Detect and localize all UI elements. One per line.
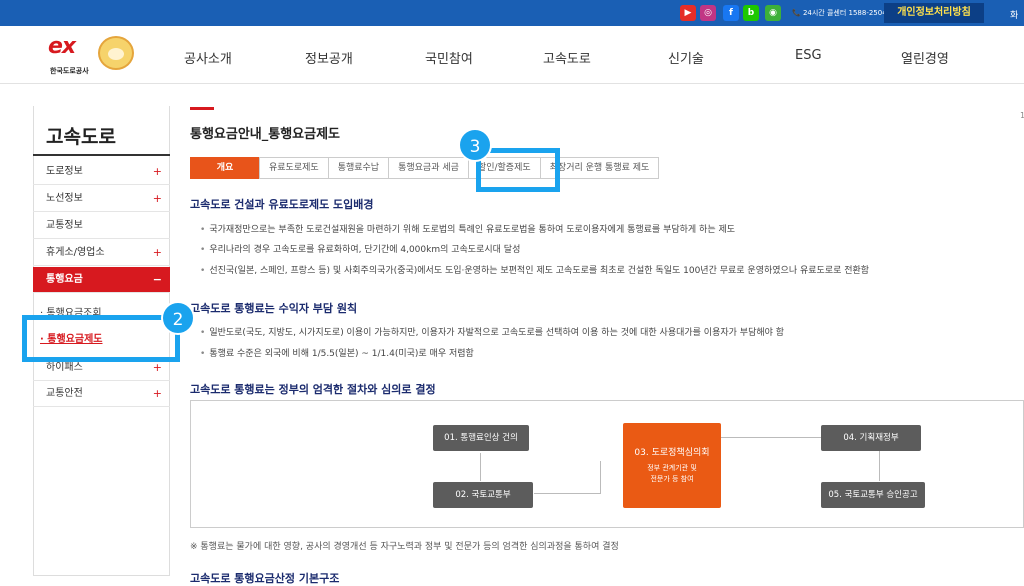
nav-participation[interactable]: 국민참여 bbox=[425, 48, 473, 67]
flow-step-2: 02. 국토교통부 bbox=[433, 482, 533, 508]
content-tabs: 개요 유료도로제도 통행료수납 통행요금과 세금 할인/할증제도 최장거리 운행… bbox=[190, 157, 660, 179]
sidebar-title: 고속도로 bbox=[46, 126, 116, 148]
sidebar-item-label: 통행요금 bbox=[46, 274, 83, 285]
flow-step-3-sub: 정부 관계기관 및 bbox=[647, 464, 697, 472]
nav-company[interactable]: 공사소개 bbox=[184, 48, 232, 67]
logo[interactable]: ex 한국도로공사 bbox=[44, 34, 140, 78]
bullet-text: 통행료 수준은 외국에 비해 1/5.5(일본) ~ 1/1.4(미국)로 매우… bbox=[200, 346, 474, 359]
sidebar-item-rest-area[interactable]: 휴게소/영업소 + bbox=[33, 240, 170, 266]
section-heading: 고속도로 건설과 유료도로제도 도입배경 bbox=[190, 198, 374, 211]
nav-esg[interactable]: ESG bbox=[795, 48, 822, 63]
kakao-icon[interactable]: ◉ bbox=[765, 5, 781, 21]
sidebar-item-safety[interactable]: 교통안전 + bbox=[33, 381, 170, 407]
callcenter-info: 📞 24시간 콜센터 1588-2504 bbox=[792, 9, 887, 17]
facebook-icon[interactable]: f bbox=[723, 5, 739, 21]
section-heading: 고속도로 통행료는 정부의 엄격한 절차와 심의로 결정 bbox=[190, 383, 436, 396]
logo-ex-mark: ex bbox=[48, 34, 76, 59]
top-utility-bar: ▶ ◎ f b ◉ 📞 24시간 콜센터 1588-2504 개인정보처리방침 … bbox=[0, 0, 1024, 26]
page-title: 통행요금안내_통행요금제도 bbox=[190, 127, 341, 142]
expand-icon: + bbox=[152, 387, 162, 400]
tab-toll-collection[interactable]: 통행료수납 bbox=[327, 157, 390, 179]
tab-overview[interactable]: 개요 bbox=[190, 157, 260, 179]
sidebar-item-label: 교통안전 bbox=[46, 388, 83, 399]
bullet-text: 국가재정만으로는 부족한 도로건설재원을 마련하기 위해 도로법의 특례인 유료… bbox=[200, 222, 735, 235]
sidebar-item-road-info[interactable]: 도로정보 + bbox=[33, 159, 170, 185]
footnote: ※ 통행료는 물가에 대한 영향, 공사의 경영개선 등 자구노력과 정부 및 … bbox=[190, 542, 619, 552]
scroll-hint: 1 bbox=[1020, 111, 1024, 120]
sidebar-item-toll[interactable]: 통행요금 − bbox=[33, 267, 170, 293]
bullet-text: 우리나라의 경우 고속도로를 유료화하여, 단기간에 4,000km의 고속도로… bbox=[200, 242, 520, 255]
collapse-icon: − bbox=[152, 273, 162, 286]
sidebar-item-traffic-info[interactable]: 교통정보 bbox=[33, 213, 170, 239]
flow-connector bbox=[480, 453, 481, 481]
bullet-text: 선진국(일본, 스페인, 프랑스 등) 및 사회주의국가(중국)에서도 도입·운… bbox=[200, 263, 869, 276]
sidebar-item-route-info[interactable]: 노선정보 + bbox=[33, 186, 170, 212]
title-accent bbox=[190, 107, 214, 110]
approval-flow-diagram: 01. 통행료인상 건의 02. 국토교통부 03. 도로정책심의회 정부 관계… bbox=[190, 400, 1024, 528]
blog-icon[interactable]: b bbox=[743, 5, 759, 21]
sidebar-item-label: 노선정보 bbox=[46, 193, 83, 204]
flow-connector bbox=[879, 451, 880, 481]
step-badge-2: 2 bbox=[161, 301, 195, 335]
privacy-policy-link[interactable]: 개인정보처리방침 bbox=[884, 3, 984, 23]
instagram-icon[interactable]: ◎ bbox=[700, 5, 716, 21]
sidebar-item-label: 휴게소/영업소 bbox=[46, 247, 105, 258]
sidebar-item-label: 도로정보 bbox=[46, 166, 83, 177]
flow-connector bbox=[534, 493, 600, 494]
expand-icon: + bbox=[152, 192, 162, 205]
mascot-icon bbox=[98, 36, 134, 70]
nav-open-management[interactable]: 열린경영 bbox=[901, 48, 949, 67]
sidebar-item-label: 하이패스 bbox=[46, 362, 83, 373]
step-badge-3: 3 bbox=[458, 128, 492, 162]
tab-toll-tax[interactable]: 통행요금과 세금 bbox=[388, 157, 469, 179]
flow-step-3: 03. 도로정책심의회 정부 관계기관 및 전문가 등 참여 bbox=[623, 423, 721, 508]
expand-icon: + bbox=[152, 246, 162, 259]
section-heading: 고속도로 통행요금산정 기본구조 bbox=[190, 572, 340, 585]
main-header: ex 한국도로공사 공사소개 정보공개 국민참여 고속도로 신기술 ESG 열린… bbox=[0, 26, 1024, 84]
section-heading: 고속도로 통행료는 수익자 부담 원칙 bbox=[190, 302, 358, 315]
flow-step-5: 05. 국토교통부 승인공고 bbox=[821, 482, 925, 508]
expand-icon: + bbox=[152, 165, 162, 178]
flow-step-3-sub: 전문가 등 참여 bbox=[650, 475, 694, 483]
nav-new-tech[interactable]: 신기술 bbox=[668, 48, 704, 67]
nav-expressway[interactable]: 고속도로 bbox=[543, 48, 591, 67]
nav-info-disclosure[interactable]: 정보공개 bbox=[305, 48, 353, 67]
logo-name: 한국도로공사 bbox=[50, 67, 89, 75]
flow-step-3-title: 03. 도로정책심의회 bbox=[634, 448, 710, 458]
flow-connector bbox=[721, 437, 821, 438]
flow-step-1: 01. 통행료인상 건의 bbox=[433, 425, 529, 451]
sidebar-divider bbox=[33, 154, 170, 156]
sidebar-item-label: 교통정보 bbox=[46, 220, 83, 231]
youtube-icon[interactable]: ▶ bbox=[680, 5, 696, 21]
top-more-link[interactable]: 화 bbox=[1010, 8, 1018, 21]
bullet-text: 일반도로(국도, 지방도, 시가지도로) 이용이 가능하지만, 이용자가 자발적… bbox=[200, 325, 784, 338]
highlight-box-toll-system bbox=[22, 315, 180, 362]
flow-connector bbox=[600, 461, 601, 494]
tab-toll-road-system[interactable]: 유료도로제도 bbox=[259, 157, 329, 179]
flow-step-4: 04. 기획재정부 bbox=[821, 425, 921, 451]
